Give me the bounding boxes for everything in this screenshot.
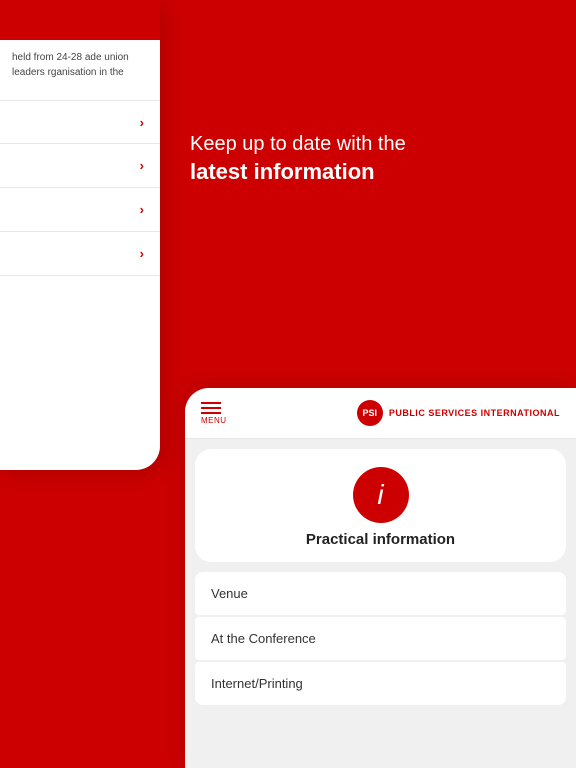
hamburger-icon (201, 402, 227, 414)
list-item[interactable]: › (0, 100, 160, 144)
bottom-card: MENU PSI PUBLIC SERVICES INTERNATIONAL i… (185, 388, 576, 768)
left-card-list: › › › › (0, 100, 160, 276)
left-panel-card: held from 24-28 ade union leaders rganis… (0, 0, 160, 470)
at-the-conference-row[interactable]: At the Conference (195, 617, 566, 660)
internet-printing-row[interactable]: Internet/Printing (195, 662, 566, 705)
practical-info-title: Practical information (195, 531, 566, 562)
menu-label: MENU (201, 416, 227, 425)
info-list: Venue At the Conference Internet/Printin… (195, 572, 566, 705)
bottom-card-content: i Practical information Venue At the Con… (185, 449, 576, 705)
psi-logo-circle: PSI (357, 400, 383, 426)
left-card-top-bar (0, 0, 160, 40)
venue-row[interactable]: Venue (195, 572, 566, 615)
psi-logo-text: PUBLIC SERVICES INTERNATIONAL (389, 408, 560, 418)
app-header: MENU PSI PUBLIC SERVICES INTERNATIONAL (185, 388, 576, 439)
hero-line1: Keep up to date with the (190, 130, 556, 158)
list-item[interactable]: › (0, 144, 160, 188)
logo: PSI PUBLIC SERVICES INTERNATIONAL (357, 400, 560, 426)
list-item[interactable]: › (0, 232, 160, 276)
hero-section: Keep up to date with the latest informat… (190, 130, 556, 187)
info-icon-area: i (195, 449, 566, 531)
info-icon: i (353, 467, 409, 523)
chevron-right-icon: › (140, 246, 144, 261)
list-item[interactable]: › (0, 188, 160, 232)
left-card-text: held from 24-28 ade union leaders rganis… (0, 40, 160, 90)
chevron-right-icon: › (140, 202, 144, 217)
practical-info-card: i Practical information (195, 449, 566, 562)
menu-button[interactable]: MENU (201, 402, 227, 425)
chevron-right-icon: › (140, 158, 144, 173)
chevron-right-icon: › (140, 115, 144, 130)
hero-line2: latest information (190, 158, 556, 187)
